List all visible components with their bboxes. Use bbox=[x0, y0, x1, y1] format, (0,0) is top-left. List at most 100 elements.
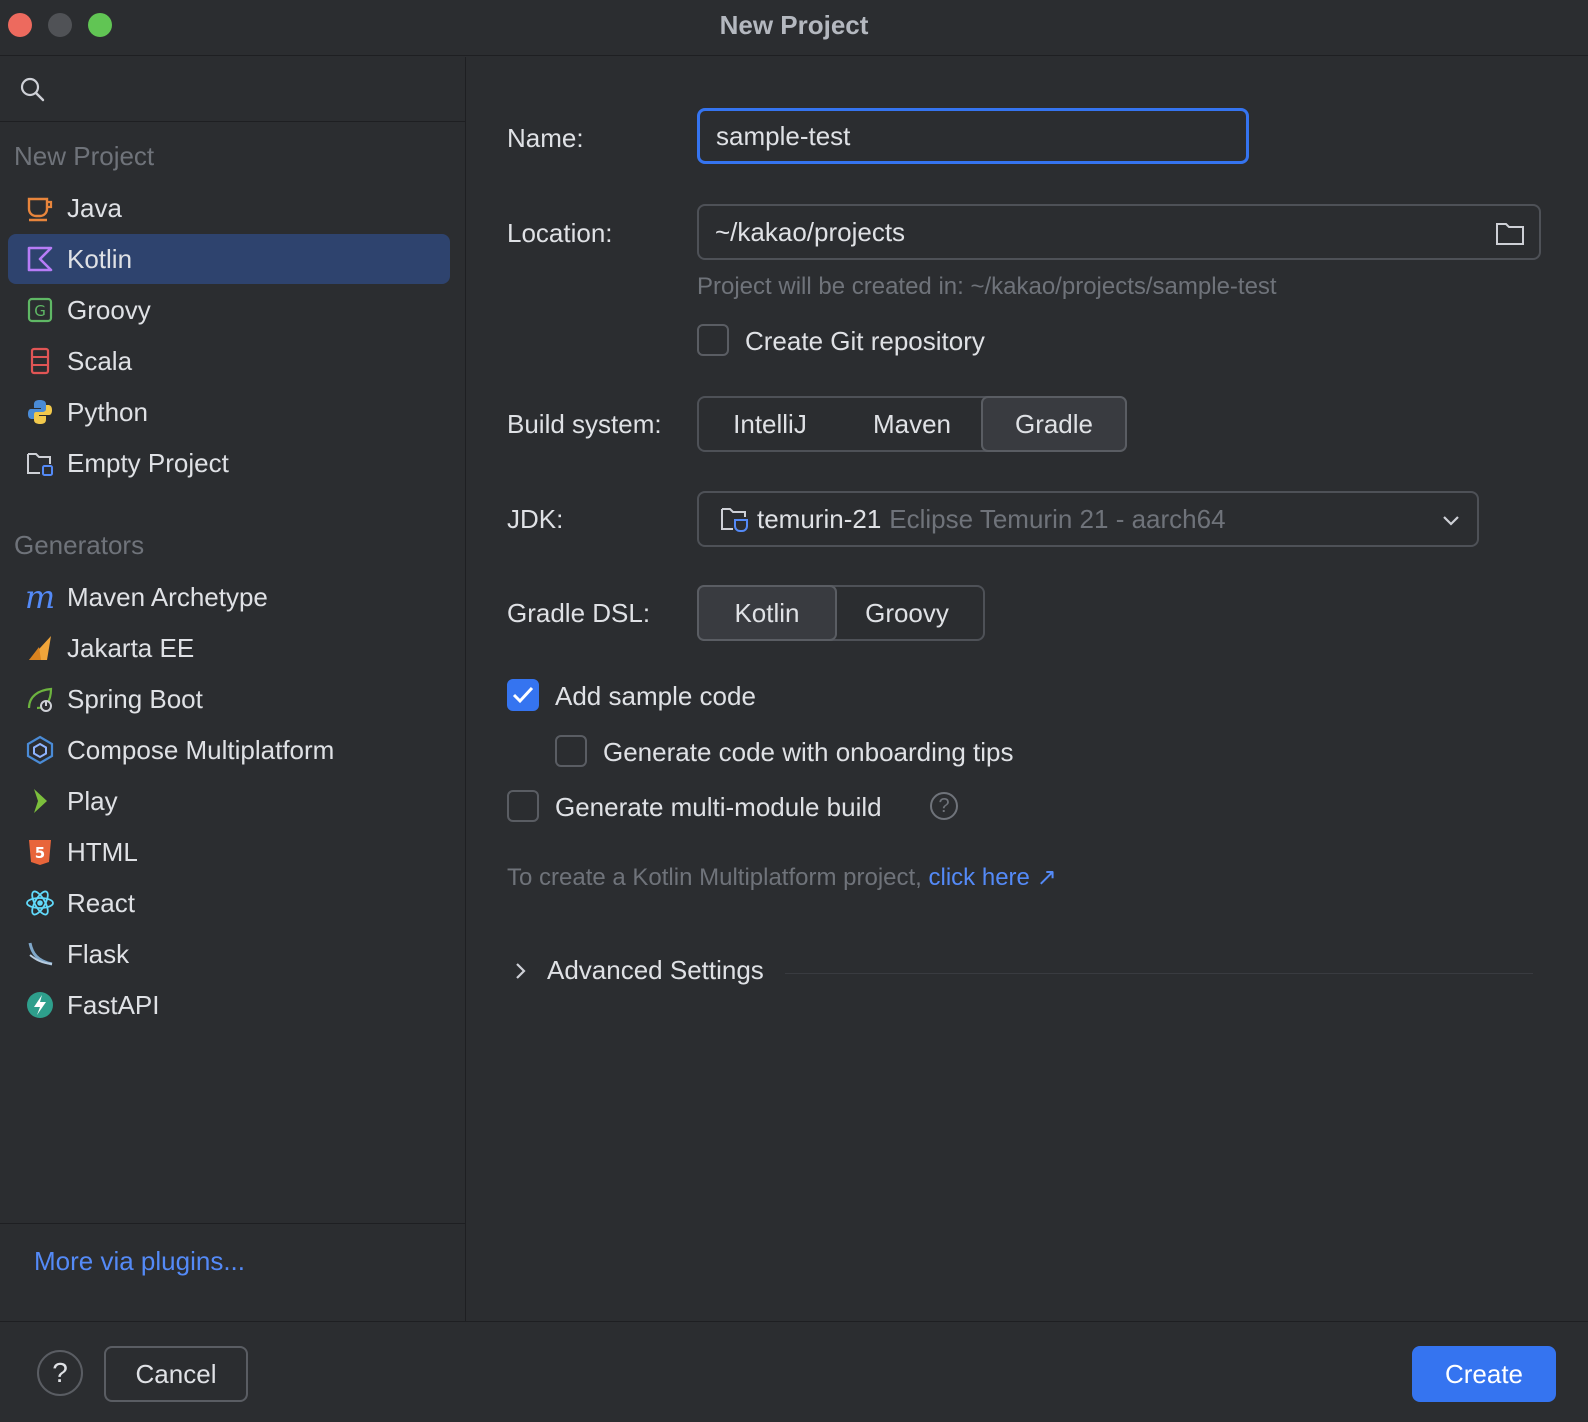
sidebar-item-label: HTML bbox=[67, 836, 138, 867]
sidebar-item-label: React bbox=[67, 887, 135, 918]
cancel-button[interactable]: Cancel bbox=[104, 1346, 248, 1402]
advanced-settings-toggle[interactable]: Advanced Settings bbox=[507, 955, 764, 986]
html5-icon: 5 bbox=[24, 836, 56, 868]
flask-icon bbox=[24, 938, 56, 970]
gradle-dsl-groovy[interactable]: Groovy bbox=[835, 587, 979, 639]
sidebar-item-label: Spring Boot bbox=[67, 683, 203, 714]
help-icon[interactable]: ? bbox=[930, 792, 958, 820]
sidebar-item-label: Jakarta EE bbox=[67, 632, 195, 663]
name-label: Name: bbox=[507, 123, 584, 153]
build-system-intellij[interactable]: IntelliJ bbox=[699, 398, 841, 450]
spring-boot-icon bbox=[24, 683, 56, 715]
sidebar-item-flask[interactable]: Flask bbox=[8, 929, 450, 979]
java-cup-icon bbox=[24, 192, 56, 224]
folder-icon[interactable] bbox=[1495, 220, 1525, 246]
sidebar-item-groovy[interactable]: G Groovy bbox=[8, 285, 450, 335]
sidebar-item-python[interactable]: Python bbox=[8, 387, 450, 437]
jdk-folder-icon bbox=[721, 508, 748, 532]
sidebar-item-label: Python bbox=[67, 396, 148, 427]
name-input[interactable]: sample-test bbox=[697, 108, 1249, 164]
sidebar-item-kotlin[interactable]: Kotlin bbox=[8, 234, 450, 284]
sidebar-item-label: Groovy bbox=[67, 294, 151, 325]
maven-icon: m bbox=[24, 578, 56, 616]
compose-icon bbox=[24, 734, 56, 766]
fastapi-icon bbox=[24, 989, 56, 1021]
jdk-name: temurin-21 bbox=[757, 503, 882, 534]
gradle-dsl-selector: Kotlin Groovy bbox=[697, 585, 985, 641]
sidebar-item-empty-project[interactable]: Empty Project bbox=[8, 438, 450, 488]
groovy-icon: G bbox=[24, 294, 56, 326]
create-button[interactable]: Create bbox=[1412, 1346, 1556, 1402]
sidebar-item-label: FastAPI bbox=[67, 989, 160, 1020]
sidebar-item-maven-archetype[interactable]: m Maven Archetype bbox=[8, 572, 450, 622]
create-git-label: Create Git repository bbox=[745, 326, 985, 356]
more-via-plugins-link[interactable]: More via plugins... bbox=[34, 1246, 245, 1277]
sidebar-item-label: Java bbox=[67, 192, 122, 223]
project-settings-form: Name: sample-test Location: ~/kakao/proj… bbox=[467, 57, 1588, 1321]
sidebar-item-label: Kotlin bbox=[67, 243, 133, 274]
svg-text:G: G bbox=[34, 302, 46, 320]
jakarta-icon bbox=[24, 632, 56, 664]
kmp-hint: To create a Kotlin Multiplatform project… bbox=[507, 863, 1057, 892]
jdk-detail: Eclipse Temurin 21 - aarch64 bbox=[889, 503, 1226, 534]
name-input-value: sample-test bbox=[716, 120, 851, 151]
add-sample-code-checkbox[interactable] bbox=[507, 679, 539, 711]
advanced-settings-divider bbox=[785, 973, 1533, 974]
sidebar-item-label: Scala bbox=[67, 345, 133, 376]
generators-section-title: Generators bbox=[14, 530, 145, 560]
advanced-settings-label: Advanced Settings bbox=[547, 955, 764, 985]
build-system-gradle[interactable]: Gradle bbox=[981, 396, 1127, 452]
location-label: Location: bbox=[507, 218, 613, 248]
kmp-click-here-link[interactable]: click here bbox=[929, 864, 1030, 891]
sidebar-item-label: Flask bbox=[67, 938, 130, 969]
sidebar-item-scala[interactable]: Scala bbox=[8, 336, 450, 386]
kotlin-icon bbox=[24, 243, 56, 275]
external-link-icon: ↗ bbox=[1036, 864, 1057, 891]
sidebar-item-jakarta-ee[interactable]: Jakarta EE bbox=[8, 623, 450, 673]
new-project-section-title: New Project bbox=[14, 141, 155, 171]
location-input[interactable]: ~/kakao/projects bbox=[697, 204, 1541, 260]
jdk-label: JDK: bbox=[507, 504, 564, 534]
window-title: New Project bbox=[719, 10, 869, 40]
gradle-dsl-kotlin[interactable]: Kotlin bbox=[697, 585, 837, 641]
sidebar-item-react[interactable]: React bbox=[8, 878, 450, 928]
multi-module-label: Generate multi-module build bbox=[555, 792, 882, 822]
jdk-dropdown[interactable]: temurin-21 Eclipse Temurin 21 - aarch64 bbox=[697, 491, 1479, 547]
sidebar: New Project Java Kotlin G Groovy Scala P… bbox=[0, 57, 466, 1321]
python-icon bbox=[24, 396, 56, 428]
help-button[interactable]: ? bbox=[37, 1350, 83, 1396]
react-icon bbox=[24, 887, 56, 919]
empty-project-icon bbox=[24, 447, 56, 479]
sidebar-item-label: Empty Project bbox=[67, 447, 229, 478]
build-system-label: Build system: bbox=[507, 409, 662, 439]
sidebar-item-fastapi[interactable]: FastAPI bbox=[8, 980, 450, 1030]
kmp-hint-text: To create a Kotlin Multiplatform project… bbox=[507, 864, 922, 891]
search-icon bbox=[20, 77, 45, 102]
location-hint: Project will be created in: ~/kakao/proj… bbox=[697, 273, 1277, 300]
sidebar-item-label: Maven Archetype bbox=[67, 581, 268, 612]
build-system-maven[interactable]: Maven bbox=[841, 398, 983, 450]
sidebar-item-html[interactable]: 5 HTML bbox=[8, 827, 450, 877]
location-input-value: ~/kakao/projects bbox=[715, 216, 906, 247]
onboarding-tips-checkbox[interactable] bbox=[555, 735, 587, 767]
sidebar-item-play[interactable]: Play bbox=[8, 776, 450, 826]
multi-module-checkbox[interactable] bbox=[507, 790, 539, 822]
sidebar-item-compose-multiplatform[interactable]: Compose Multiplatform bbox=[8, 725, 450, 775]
checkmark-icon bbox=[512, 686, 534, 704]
scala-icon bbox=[24, 345, 56, 377]
play-icon bbox=[24, 785, 56, 817]
svg-text:5: 5 bbox=[35, 844, 45, 862]
sidebar-item-spring-boot[interactable]: Spring Boot bbox=[8, 674, 450, 724]
title-bar: New Project bbox=[0, 0, 1588, 56]
build-system-selector: IntelliJ Maven Gradle bbox=[697, 396, 1127, 452]
sidebar-item-label: Compose Multiplatform bbox=[67, 734, 335, 765]
sidebar-search[interactable] bbox=[0, 57, 466, 122]
dialog-footer: ? Cancel Create bbox=[0, 1321, 1588, 1422]
sidebar-item-label: Play bbox=[67, 785, 118, 816]
onboarding-tips-label: Generate code with onboarding tips bbox=[603, 737, 1014, 767]
chevron-down-icon bbox=[1443, 516, 1459, 526]
chevron-right-icon bbox=[516, 962, 526, 979]
sidebar-item-java[interactable]: Java bbox=[8, 183, 450, 233]
sidebar-footer: More via plugins... bbox=[0, 1223, 466, 1321]
create-git-checkbox[interactable] bbox=[697, 324, 729, 356]
